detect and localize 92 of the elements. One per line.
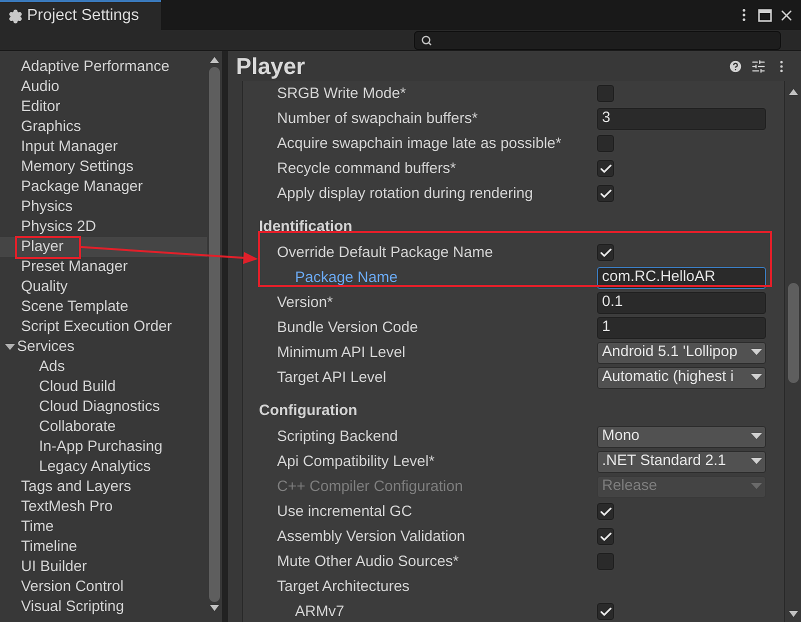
checkbox[interactable] [597,85,614,102]
sidebar-item[interactable]: Graphics [21,116,82,138]
setting-label: Bundle Version Code [277,318,418,336]
sidebar-item[interactable]: Preset Manager [21,256,128,278]
sidebar-item[interactable]: Ads [39,356,65,378]
sidebar-item[interactable]: In-App Purchasing [39,436,162,458]
setting-label: SRGB Write Mode* [277,84,406,102]
setting-label: ARMv7 [295,602,344,620]
sidebar-item[interactable]: TextMesh Pro [21,496,113,518]
maximize-icon[interactable] [758,8,772,22]
sidebar-item[interactable]: UI Builder [21,556,87,578]
setting-label: Number of swapchain buffers* [277,110,478,126]
setting-label: Assembly Version Validation [277,528,466,544]
check-icon [598,530,612,544]
sidebar-item[interactable]: Memory Settings [21,156,134,178]
sidebar-item[interactable]: Services [17,336,75,358]
dropdown[interactable]: Android 5.1 'Lollipop [597,342,766,364]
sidebar-item[interactable]: Version Control [21,576,124,598]
highlight-frame [15,236,81,259]
section-heading: Configuration [259,401,358,422]
checkbox[interactable] [597,244,614,261]
setting-label: Override Default Package Name [277,244,493,260]
sidebar-item[interactable]: Editor [21,96,60,118]
dropdown-arrow-icon [751,433,762,440]
scrollbar-thumb[interactable] [209,67,220,602]
text-field[interactable]: com.RC.HelloAR [597,266,766,288]
setting-label: Version* [277,294,333,310]
sidebar-item[interactable]: Timeline [21,536,78,558]
setting-label: Target API Level [277,368,386,386]
scroll-down-icon[interactable] [210,605,219,611]
search-field[interactable] [414,30,781,50]
scrollbar[interactable] [207,51,222,622]
text-field[interactable]: 0.1 [597,292,766,314]
setting-label: Mute Other Audio Sources* [277,552,459,570]
sidebar-item[interactable]: Physics 2D [21,216,96,238]
checkbox[interactable] [597,135,614,152]
sidebar-item[interactable]: Legacy Analytics [39,456,151,478]
setting-label: Package Name [295,268,398,286]
sidebar-item[interactable]: Cloud Build [39,376,116,398]
dropdown[interactable]: Mono [597,426,766,448]
dropdown-arrow-icon [751,374,762,381]
sidebar-item[interactable]: Quality [21,276,68,298]
setting-label: Recycle command buffers* [277,160,456,176]
checkbox[interactable] [597,528,614,545]
scroll-up-icon[interactable] [788,89,798,95]
text-field[interactable]: 3 [597,108,766,130]
checkbox[interactable] [597,185,614,202]
sidebar-item[interactable]: Audio [21,76,60,98]
check-icon [598,162,612,176]
setting-label: Api Compatibility Level* [277,452,435,470]
checkbox[interactable] [597,160,614,177]
setting-label: Apply display rotation during rendering [277,184,533,202]
dropdown[interactable]: .NET Standard 2.1 [597,450,766,472]
sidebar-item[interactable]: Collaborate [39,416,116,438]
search-icon [421,34,432,46]
help-icon[interactable] [728,58,743,74]
sidebar-item[interactable]: Cloud Diagnostics [39,396,160,418]
scroll-down-icon[interactable] [788,611,798,617]
sidebar-item[interactable]: Tags and Layers [21,476,132,498]
setting-label: Scripting Backend [277,428,398,444]
page-title: Player [236,52,306,81]
sliders-icon[interactable] [751,58,766,74]
setting-label: Use incremental GC [277,502,412,520]
setting-label: C++ Compiler Configuration [277,478,463,494]
checkbox[interactable] [597,603,614,620]
dropdown-arrow-icon [751,458,762,465]
sidebar-item[interactable]: Package Manager [21,176,143,198]
dropdown-arrow-icon [751,349,762,356]
dropdown-arrow-icon [751,483,762,490]
scroll-up-icon[interactable] [210,57,219,63]
sidebar-item[interactable]: Physics [21,196,73,218]
setting-label: Minimum API Level [277,344,406,360]
sidebar-item[interactable]: Script Execution Order [21,316,172,338]
setting-label: Acquire swapchain image late as possible* [277,134,562,152]
sidebar-item[interactable]: Time [21,516,54,538]
check-icon [598,186,612,200]
checkbox[interactable] [597,553,614,570]
window-tab[interactable]: Project Settings [0,0,161,30]
checkbox[interactable] [597,503,614,520]
sidebar-item[interactable]: Adaptive Performance [21,56,170,78]
dropdown[interactable]: Automatic (highest i [597,366,766,388]
settings-icon [8,8,23,24]
text-field[interactable]: 1 [597,316,766,338]
check-icon [598,604,612,618]
check-icon [598,246,612,260]
check-icon [598,504,612,518]
sidebar-item[interactable]: Scene Template [21,296,128,318]
scrollbar-thumb[interactable] [788,283,798,383]
sidebar-item[interactable]: Visual Scripting [21,596,124,618]
sidebar-item[interactable]: Input Manager [21,136,118,158]
setting-label: Target Architectures [277,578,410,594]
section-heading: Identification [259,217,352,238]
